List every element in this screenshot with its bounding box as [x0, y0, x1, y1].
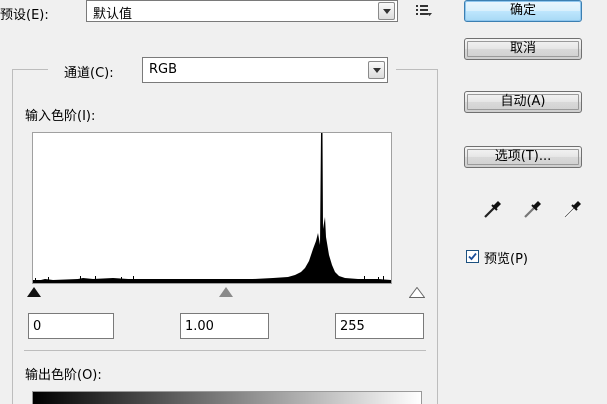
black-point-input-field[interactable] [29, 314, 113, 338]
options-button[interactable]: 选项(T)... [464, 146, 582, 168]
channel-dropdown-button[interactable] [368, 61, 385, 79]
group-border-top-right [396, 69, 438, 70]
list-menu-icon[interactable] [416, 4, 432, 18]
gamma-slider[interactable] [219, 287, 233, 297]
preset-value: 默认值 [93, 7, 133, 22]
section-divider [24, 350, 426, 351]
black-eyedropper-icon[interactable] [482, 198, 504, 220]
black-point-input[interactable] [28, 313, 114, 339]
auto-button[interactable]: 自动(A) [464, 91, 582, 113]
preview-checkbox[interactable] [466, 250, 479, 263]
input-levels-label: 输入色阶(I): [25, 109, 96, 124]
black-point-slider[interactable] [27, 287, 41, 297]
gray-eyedropper-icon[interactable] [522, 198, 544, 220]
output-levels-label: 输出色阶(O): [25, 368, 102, 383]
white-point-input-field[interactable] [336, 314, 423, 338]
gamma-input[interactable] [180, 313, 269, 339]
cancel-button[interactable]: 取消 [464, 38, 582, 60]
group-border-right [437, 69, 438, 404]
preset-label: 预设(E): [0, 8, 49, 23]
preview-label: 预览(P) [484, 252, 528, 267]
white-point-input[interactable] [335, 313, 424, 339]
group-border-top-left [12, 69, 48, 70]
ok-button[interactable]: 确定 [464, 0, 582, 22]
histogram [32, 132, 392, 284]
channel-select[interactable]: RGB [142, 57, 388, 83]
channel-value: RGB [149, 62, 178, 77]
white-point-slider[interactable] [408, 286, 426, 298]
gamma-input-field[interactable] [181, 314, 268, 338]
output-gradient-bar [32, 391, 422, 404]
white-eyedropper-icon[interactable] [562, 198, 584, 220]
channel-label: 通道(C): [64, 66, 114, 81]
preset-select[interactable]: 默认值 [86, 0, 398, 22]
group-border-left [12, 69, 13, 404]
preset-dropdown-button[interactable] [378, 2, 395, 20]
